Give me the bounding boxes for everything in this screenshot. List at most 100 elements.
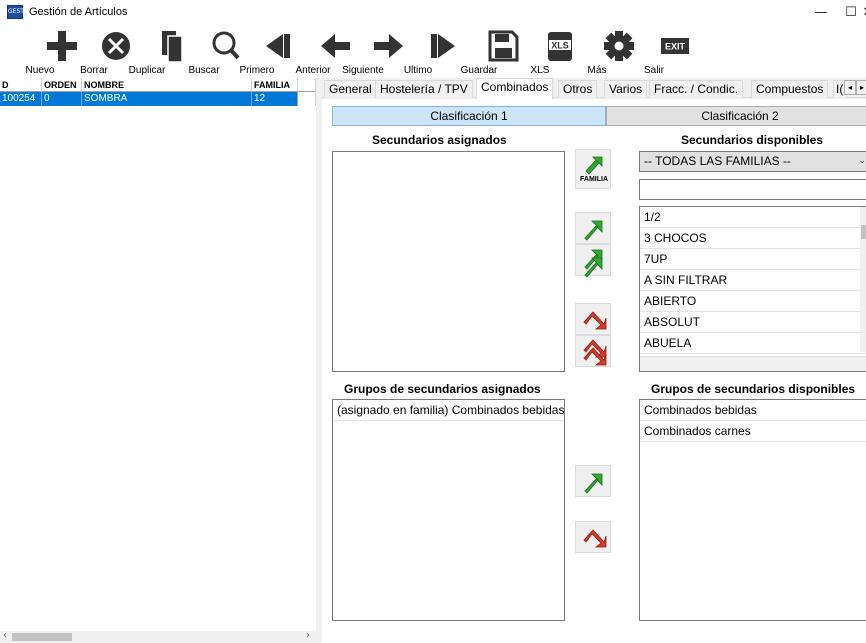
grid-horizontal-scrollbar[interactable]: ‹ › (0, 630, 316, 643)
tab-varios[interactable]: Varios (604, 80, 648, 98)
list-item[interactable]: Combinados carnes (640, 421, 866, 442)
tab-scroll-left-icon[interactable]: ◂ (844, 80, 856, 95)
list-item[interactable]: A SIN FILTRAR (640, 270, 866, 291)
secundarios-asignados-title: Secundarios asignados (372, 133, 507, 147)
tab-hosteleria-tpv[interactable]: Hostelería / TPV (375, 80, 473, 98)
borrar-button[interactable]: Borrar (72, 26, 130, 78)
cell-orden[interactable]: 0 (42, 92, 82, 106)
xls-button[interactable]: XLS XLS (520, 26, 572, 78)
toolbar: Nuevo Borrar Duplicar Buscar Primero Ant… (0, 26, 866, 78)
salir-button[interactable]: EXIT Salir (632, 26, 689, 78)
siguiente-button[interactable]: Siguiente (338, 26, 403, 78)
tab-strip: General Hostelería / TPV Combinados Otro… (322, 78, 866, 99)
buscar-label: Buscar (188, 65, 220, 76)
column-header-extra (298, 78, 316, 92)
double-green-arrow-icon (584, 249, 603, 277)
mas-button[interactable]: Más (575, 26, 634, 78)
ultimo-button[interactable]: Ultimo (395, 26, 455, 78)
secundarios-filter-input[interactable] (639, 179, 866, 200)
green-arrow-icon (584, 220, 603, 241)
list-item[interactable]: ABIERTO (640, 291, 866, 312)
app-icon: GEST (7, 5, 24, 19)
green-arrow-icon (584, 473, 603, 494)
salir-label: Salir (643, 65, 664, 76)
double-red-arrow-icon (583, 339, 607, 366)
guardar-button[interactable]: Guardar (455, 26, 519, 78)
remove-secundario-button[interactable] (575, 303, 611, 335)
window-title: Gestión de Artículos (29, 6, 128, 18)
duplicar-label: Duplicar (128, 65, 166, 76)
red-arrow-icon (583, 529, 607, 548)
assign-secundario-button[interactable] (575, 212, 611, 244)
cell-familia[interactable]: 12 (252, 92, 298, 106)
scroll-right-icon[interactable]: › (306, 630, 310, 641)
list-item[interactable]: ABSOLUT (640, 312, 866, 333)
xls-icon: XLS (548, 32, 572, 61)
nuevo-label: Nuevo (25, 65, 55, 76)
xls-icon-text: XLS (551, 41, 569, 51)
buscar-button[interactable]: Buscar (182, 26, 240, 78)
primero-label: Primero (239, 65, 275, 76)
minimize-button[interactable]: — (806, 2, 836, 24)
grupos-asignados-list[interactable]: (asignado en familia) Combinados bebidas (332, 399, 565, 621)
tab-scroll-right-icon[interactable]: ▸ (856, 80, 866, 95)
tab-general[interactable]: General (324, 80, 377, 98)
tab-compuestos[interactable]: Compuestos (751, 80, 829, 98)
clasificacion-1-button[interactable]: Clasificación 1 (332, 106, 606, 126)
mas-label: Más (587, 65, 607, 76)
list-item[interactable]: 1/2 (640, 207, 866, 228)
guardar-label: Guardar (460, 65, 498, 76)
primero-button[interactable]: Primero (234, 26, 290, 78)
nuevo-button[interactable]: Nuevo (18, 26, 77, 78)
anterior-button[interactable]: Anterior (290, 26, 350, 78)
grupos-asignados-title: Grupos de secundarios asignados (344, 382, 541, 396)
list-item[interactable]: Combinados bebidas (640, 400, 866, 421)
tab-combinados[interactable]: Combinados (476, 78, 554, 99)
list-item[interactable]: 3 CHOCOS (640, 228, 866, 249)
ultimo-label: Ultimo (403, 65, 433, 76)
tab-otros[interactable]: Otros (558, 80, 598, 98)
cell-nombre[interactable]: SOMBRA (82, 92, 252, 106)
familia-filter-select[interactable]: -- TODAS LAS FAMILIAS -- ⌄ (639, 151, 866, 172)
close-button[interactable]: ✕ (858, 2, 866, 24)
familia-filter-value: -- TODAS LAS FAMILIAS -- (644, 154, 791, 168)
scroll-left-icon[interactable]: ‹ (3, 630, 7, 641)
assign-grupo-button[interactable] (575, 465, 611, 497)
list-horizontal-scrollbar[interactable] (640, 356, 866, 371)
articles-grid: D ORDEN NOMBRE FAMILIA 100254 0 SOMBRA 1… (0, 78, 316, 631)
remove-all-button[interactable] (575, 335, 611, 367)
remove-grupo-button[interactable] (575, 521, 611, 553)
scroll-thumb[interactable] (12, 633, 72, 641)
scroll-thumb[interactable] (861, 225, 866, 239)
cell-id[interactable]: 100254 (0, 92, 42, 106)
list-item[interactable]: 7UP (640, 249, 866, 270)
assign-familia-button[interactable]: FAMILIA (575, 149, 611, 189)
detail-pane: General Hostelería / TPV Combinados Otro… (322, 78, 866, 643)
secundarios-disponibles-list[interactable]: 1/2 3 CHOCOS 7UP A SIN FILTRAR ABIERTO A… (639, 206, 866, 372)
secundarios-disponibles-title: Secundarios disponibles (681, 133, 824, 147)
clasificacion-2-button[interactable]: Clasificación 2 (606, 106, 866, 126)
list-vertical-scrollbar[interactable] (860, 207, 866, 352)
combinados-panel: Clasificación 1 Clasificación 2 Secundar… (322, 99, 866, 643)
list-item[interactable]: ABUELA (640, 333, 866, 354)
list-item[interactable]: (asignado en familia) Combinados bebidas (333, 400, 564, 421)
grupos-disponibles-title: Grupos de secundarios disponibles (651, 382, 856, 396)
assign-all-button[interactable] (575, 244, 611, 277)
secundarios-asignados-list[interactable] (332, 151, 565, 372)
anterior-label: Anterior (295, 65, 331, 76)
column-header-nombre[interactable]: NOMBRE (82, 78, 252, 92)
tab-fracc-condic[interactable]: Fracc. / Condic. (649, 80, 744, 98)
grupos-disponibles-list[interactable]: Combinados bebidas Combinados carnes (639, 399, 866, 621)
column-header-id[interactable]: D (0, 78, 42, 92)
chevron-down-icon: ⌄ (858, 156, 866, 166)
title-bar: GEST Gestión de Artículos — ☐ ✕ (0, 0, 866, 26)
exit-icon-text: EXIT (665, 42, 686, 52)
duplicar-button[interactable]: Duplicar (122, 26, 183, 78)
column-header-orden[interactable]: ORDEN (42, 78, 82, 92)
green-arrow-icon (585, 156, 603, 175)
familia-button-label: FAMILIA (580, 176, 608, 183)
column-header-familia[interactable]: FAMILIA (252, 78, 298, 92)
cell-extra (298, 92, 316, 106)
xls-label: XLS (530, 65, 550, 76)
exit-icon: EXIT (661, 38, 689, 54)
